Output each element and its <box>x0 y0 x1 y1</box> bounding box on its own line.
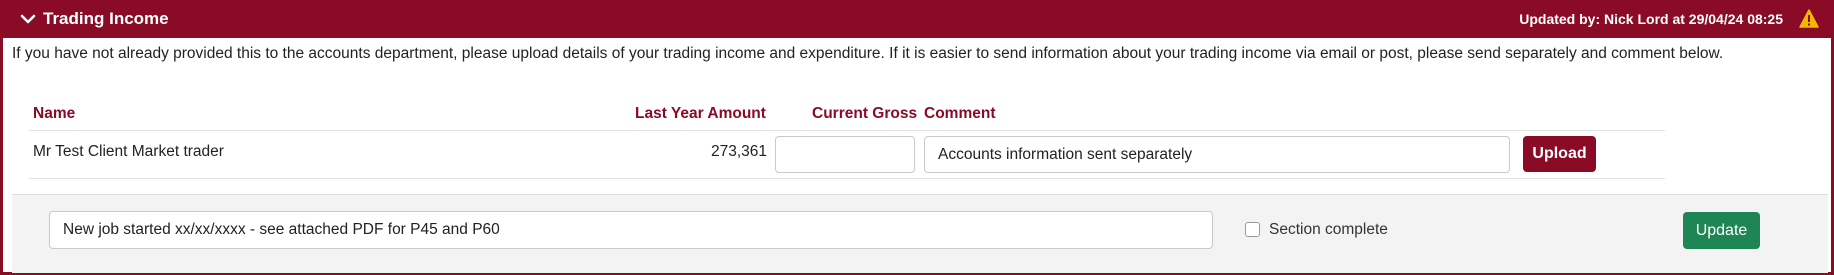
column-header-last-year-amount: Last Year Amount <box>635 105 766 122</box>
section-note-input[interactable] <box>49 211 1213 249</box>
table-header-divider <box>29 130 1665 131</box>
row-name: Mr Test Client Market trader <box>33 143 224 160</box>
current-gross-input[interactable] <box>775 136 915 173</box>
column-header-name: Name <box>33 105 76 122</box>
column-header-comment: Comment <box>924 105 996 122</box>
section-complete-checkbox[interactable] <box>1245 222 1260 237</box>
comment-input[interactable] <box>924 136 1510 173</box>
panel-header[interactable]: Trading Income Updated by: Nick Lord at … <box>3 0 1831 38</box>
panel-title: Trading Income <box>43 9 169 28</box>
trading-income-panel: Trading Income Updated by: Nick Lord at … <box>0 0 1834 275</box>
updated-by-text: Updated by: Nick Lord at 29/04/24 08:25 <box>1519 11 1783 27</box>
row-last-year-amount: 273,361 <box>710 143 767 160</box>
column-header-current-gross: Current Gross <box>812 105 918 122</box>
chevron-down-icon[interactable] <box>19 11 37 27</box>
section-complete-label[interactable]: Section complete <box>1269 221 1388 239</box>
table-row-divider <box>29 178 1665 179</box>
upload-button[interactable]: Upload <box>1523 136 1596 172</box>
intro-text: If you have not already provided this to… <box>12 45 1724 62</box>
warning-icon <box>1799 9 1819 28</box>
update-button[interactable]: Update <box>1683 212 1760 249</box>
